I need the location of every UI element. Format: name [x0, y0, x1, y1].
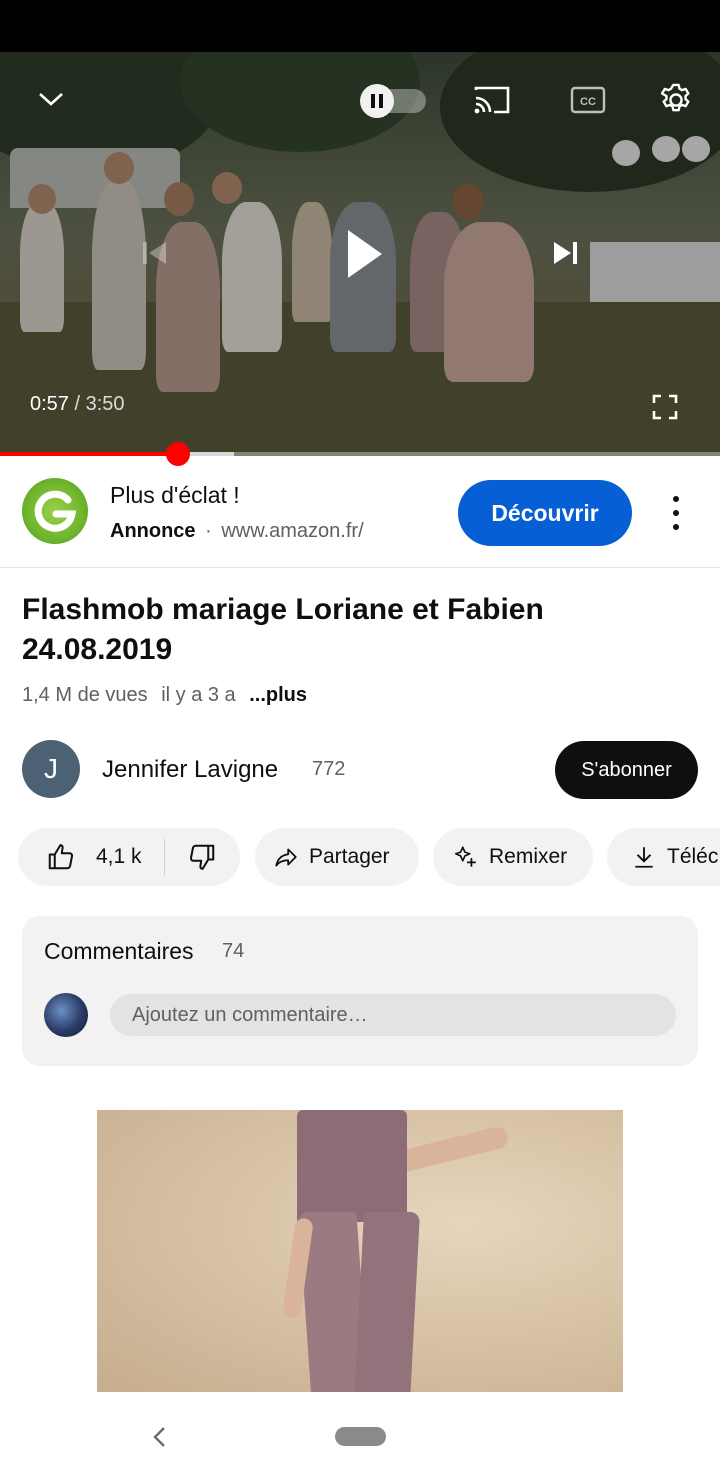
upload-age: il y a 3 a — [161, 684, 236, 706]
current-time: 0:57 — [30, 393, 69, 415]
thumbs-up-icon — [48, 844, 74, 870]
channel-name[interactable]: Jennifer Lavigne — [102, 756, 278, 784]
previous-icon[interactable] — [138, 236, 172, 270]
svg-text:CC: CC — [580, 96, 596, 108]
user-avatar — [44, 993, 88, 1037]
description-more-link[interactable]: ...plus — [249, 684, 307, 706]
video-player[interactable]: CC 0:57 / 3:50 — [0, 52, 720, 456]
status-bar — [0, 0, 720, 52]
product-image[interactable] — [97, 1110, 623, 1392]
channel-avatar[interactable]: J — [22, 740, 80, 798]
subscribe-button[interactable]: S'abonner — [555, 741, 698, 799]
fullscreen-icon[interactable] — [650, 392, 680, 422]
ad-label: Annonce — [110, 520, 196, 542]
advertiser-logo — [22, 478, 88, 544]
remix-button[interactable]: Remixer — [433, 828, 593, 886]
download-button[interactable]: Téléc — [607, 828, 720, 886]
remix-icon — [454, 846, 476, 867]
dislike-button[interactable] — [165, 828, 239, 886]
download-label: Téléc — [667, 845, 719, 868]
like-dislike-group: 4,1 k — [18, 828, 240, 886]
like-count: 4,1 k — [96, 845, 142, 868]
ad-banner[interactable]: Plus d'éclat ! Annonce · www.amazon.fr/ … — [0, 456, 720, 568]
gear-icon[interactable] — [654, 78, 698, 122]
comments-section[interactable]: Commentaires 74 — [22, 916, 698, 1066]
comments-count: 74 — [222, 940, 245, 962]
remix-label: Remixer — [489, 845, 568, 868]
share-label: Partager — [309, 845, 390, 868]
total-duration: 3:50 — [85, 393, 125, 415]
home-gesture-pill[interactable] — [335, 1427, 386, 1446]
thumbs-down-icon — [189, 844, 215, 870]
closed-captions-icon[interactable]: CC — [568, 82, 608, 118]
subscriber-count: 772 — [312, 758, 346, 780]
chevron-down-icon[interactable] — [36, 86, 66, 112]
like-button[interactable]: 4,1 k — [18, 828, 164, 886]
ad-domain: www.amazon.fr/ — [221, 520, 364, 542]
share-icon — [275, 848, 297, 867]
video-title[interactable]: Flashmob mariage Loriane et Fabien 24.08… — [22, 590, 702, 670]
ad-subline: Annonce · www.amazon.fr/ — [110, 520, 364, 543]
ad-cta-button[interactable]: Découvrir — [458, 480, 632, 546]
download-icon — [635, 847, 653, 868]
ad-separator: · — [205, 520, 212, 542]
playback-time: 0:57 / 3:50 — [30, 393, 125, 416]
comments-title: Commentaires — [44, 938, 194, 964]
cast-icon[interactable] — [470, 82, 514, 118]
more-options-icon[interactable] — [660, 490, 692, 536]
share-button[interactable]: Partager — [255, 828, 419, 886]
next-icon[interactable] — [548, 236, 582, 270]
ad-title: Plus d'éclat ! — [110, 482, 240, 508]
pause-icon — [360, 84, 394, 118]
autoplay-toggle[interactable] — [360, 82, 428, 118]
back-icon[interactable] — [148, 1424, 172, 1450]
video-meta[interactable]: 1,4 M de vues il y a 3 a ...plus — [22, 684, 307, 707]
time-separator: / — [68, 393, 86, 415]
comment-input[interactable] — [110, 994, 676, 1036]
play-icon[interactable] — [336, 222, 392, 286]
view-count: 1,4 M de vues — [22, 684, 148, 706]
